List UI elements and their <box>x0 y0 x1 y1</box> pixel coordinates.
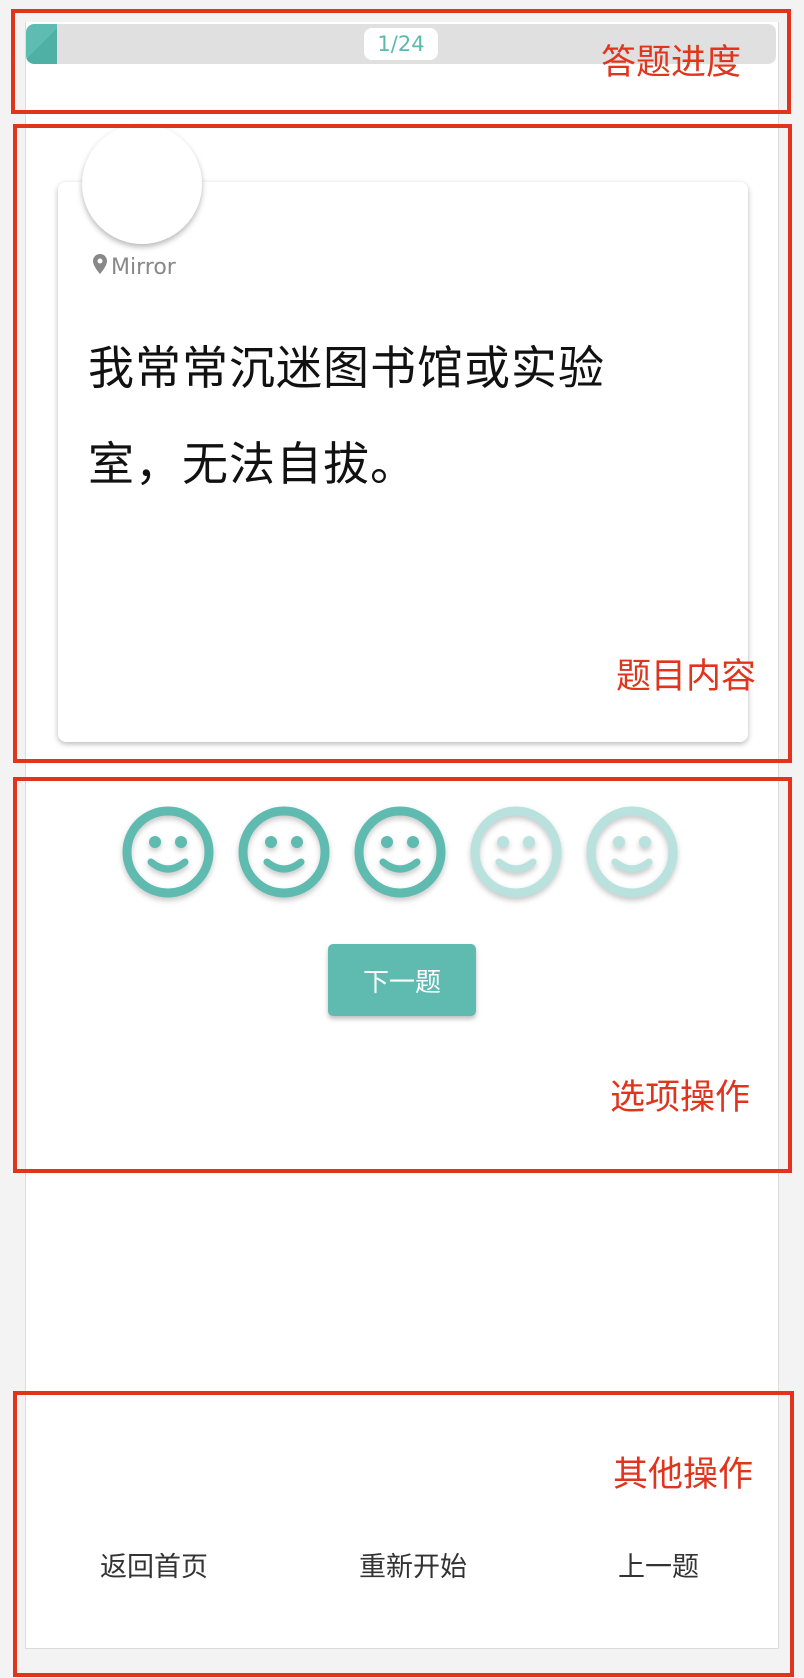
annotation-label-options: 选项操作 <box>610 1078 751 1118</box>
annotation-label-progress: 答题进度 <box>601 43 742 83</box>
annotation-box-other <box>13 1391 794 1677</box>
annotation-label-other: 其他操作 <box>613 1455 754 1495</box>
annotation-label-question: 题目内容 <box>616 657 757 697</box>
